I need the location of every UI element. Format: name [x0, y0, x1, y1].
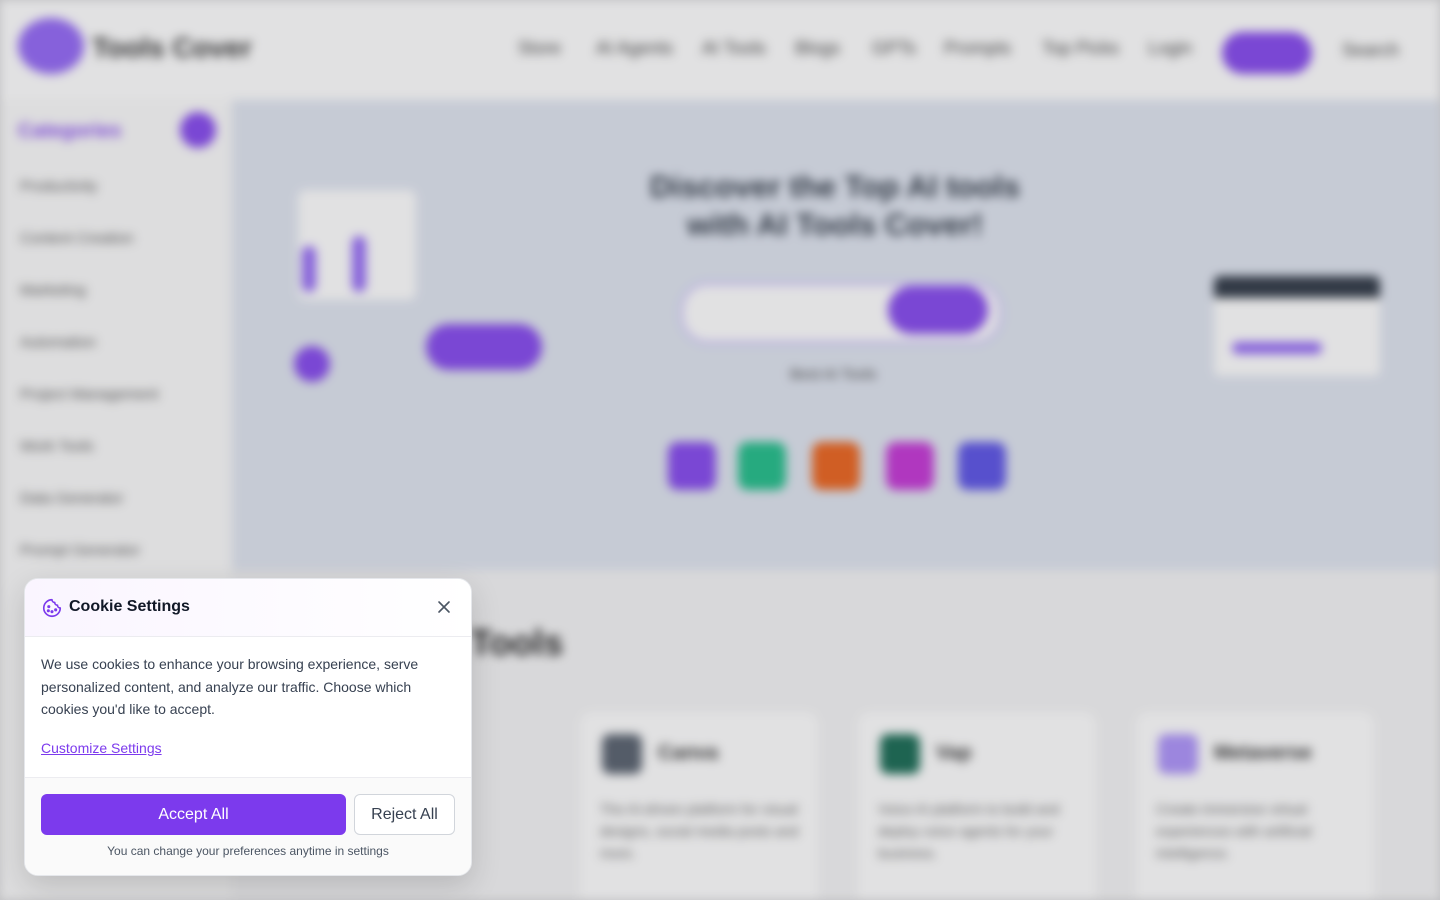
cookie-footer-note: You can change your preferences anytime …: [107, 844, 389, 858]
cookie-settings-dialog: Cookie Settings We use cookies to enhanc…: [24, 578, 472, 876]
accept-all-button[interactable]: Accept All: [41, 794, 346, 835]
close-icon[interactable]: [433, 596, 455, 618]
cookie-icon: [41, 597, 63, 619]
cookie-dialog-title: Cookie Settings: [69, 598, 190, 615]
reject-all-button[interactable]: Reject All: [354, 794, 455, 835]
customize-settings-link[interactable]: Customize Settings: [41, 740, 162, 756]
cookie-dialog-body: We use cookies to enhance your browsing …: [41, 656, 419, 717]
